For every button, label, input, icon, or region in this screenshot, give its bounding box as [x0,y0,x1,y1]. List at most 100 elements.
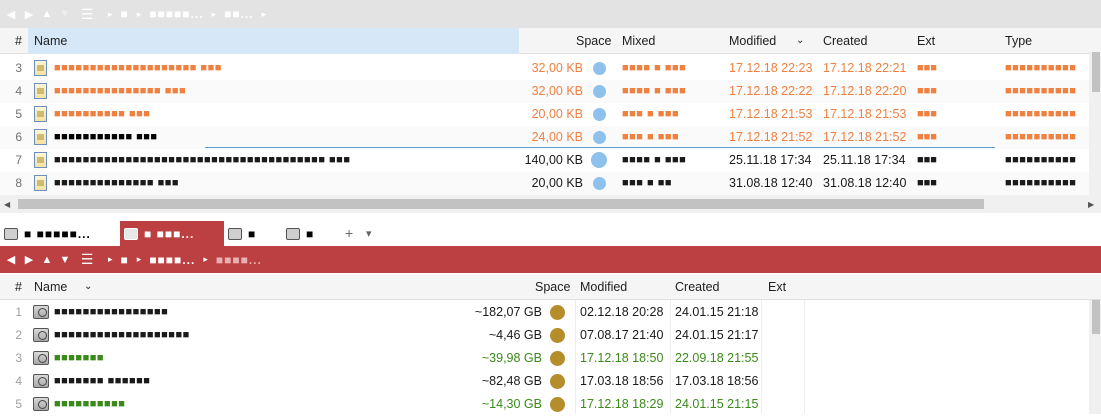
add-tab-icon[interactable]: + [345,225,353,241]
created-date: 17.12.18 21:52 [823,130,907,144]
col-ext-header[interactable]: Ext [917,28,935,54]
vertical-scrollbar[interactable] [1089,300,1101,414]
row-number: 4 [15,84,22,98]
breadcrumb-item[interactable]: ■■■■... [216,253,262,267]
modified-date: 17.12.18 18:29 [580,397,664,411]
table-row[interactable]: 4 ■■■■■■■■■■■■■■■ ■■■ 32,00 KB ■■■■ ■ ■■■ 17… [0,80,1101,103]
created-date: 17.12.18 21:53 [823,107,907,121]
back-arrow-icon[interactable]: ◀ [2,250,20,270]
col-ext-header[interactable]: Ext [768,274,786,300]
modified-date: 17.03.18 18:56 [580,374,664,388]
down-arrow-icon[interactable]: ▼ [56,250,74,270]
row-number: 3 [15,351,22,365]
top-column-header: # Name Space Mixed Modified ⌄ Created Ex… [0,28,1101,54]
row-number: 6 [15,130,22,144]
table-row[interactable]: 5 ■■■■■■■■■■ ■■■ 20,00 KB ■■■ ■ ■■■ 17.12.18… [0,103,1101,126]
col-name-header[interactable]: Name [34,274,67,300]
created-date: 17.12.18 22:20 [823,84,907,98]
file-size: 24,00 KB [531,130,583,144]
back-arrow-icon[interactable]: ◀ [2,4,20,24]
menu-icon[interactable]: ☰ [74,4,100,24]
modified-date: 25.11.18 17:34 [729,153,812,167]
file-size: 140,00 KB [524,153,583,167]
table-row[interactable]: 4 ■■■■■■■ ■■■■■■ ~82,48 GB 17.03.18 18:56 17… [0,370,1101,393]
table-row[interactable]: 8 ■■■■■■■■■■■■■■ ■■■ 20,00 KB ■■■ ■ ■■ 31.08… [0,172,1101,195]
created-date: 24.01.15 21:17 [675,328,759,342]
drive-icon [33,305,49,319]
col-mixed-header[interactable]: Mixed [622,28,655,54]
horizontal-scrollbar[interactable]: ◀ ▶ [0,195,1101,213]
breadcrumb-item[interactable]: ■■■■■... [149,7,203,21]
table-row[interactable]: 3 ■■■■■■■ ~39,98 GB 17.12.18 18:50 22.09.18 … [0,347,1101,370]
file-name: ■■■■■■■■■■■■■■■■■■■■■■■■■■■■■■■■■■■■■■ ■… [54,154,351,166]
menu-icon[interactable]: ☰ [74,250,100,270]
sort-desc-icon[interactable]: ⌄ [796,28,804,54]
space-indicator-icon [593,85,606,98]
space-indicator-icon [591,152,607,168]
breadcrumb-item[interactable]: ■■■■... [149,253,195,267]
forward-arrow-icon[interactable]: ▶ [20,4,38,24]
chevron-right-icon: ▸ [211,8,217,19]
drive-space: ~14,30 GB [481,397,542,411]
up-arrow-icon[interactable]: ▲ [38,4,56,24]
drive-icon [33,351,49,365]
col-created-header[interactable]: Created [675,274,719,300]
mixed-value: ■■■■ ■ ■■■ [622,154,687,166]
scroll-right-icon[interactable]: ▶ [1088,200,1094,209]
row-number: 4 [15,374,22,388]
tab-2[interactable]: ■ ■■■... [120,221,224,246]
vertical-scrollbar[interactable] [1089,52,1101,195]
row-number: 1 [15,305,22,319]
scroll-left-icon[interactable]: ◀ [4,200,10,209]
tab-label: ■ [248,226,257,241]
file-type: ■■■■■■■■■■ [1005,177,1077,189]
tab-label: ■ [306,226,315,241]
file-ext: ■■■ [917,108,937,120]
modified-date: 31.08.18 12:40 [729,176,813,190]
chevron-right-icon: ▸ [136,254,142,264]
breadcrumb-item[interactable]: ■■... [224,7,254,21]
tab-menu-chevron-down-icon[interactable]: ▾ [366,227,372,240]
col-created-header[interactable]: Created [823,28,867,54]
table-row[interactable]: 1 ■■■■■■■■■■■■■■■■ ~182,07 GB 02.12.18 20:2… [0,301,1101,324]
drive-icon [33,328,49,342]
created-date: 24.01.15 21:18 [675,305,759,319]
drive-name: ■■■■■■■■■■■■■■■■■■■ [54,329,190,341]
table-row[interactable]: 7 ■■■■■■■■■■■■■■■■■■■■■■■■■■■■■■■■■■■■■■ … [0,149,1101,172]
tab-3[interactable]: ■ [224,221,280,246]
drive-space: ~39,98 GB [481,351,542,365]
breadcrumb-item[interactable]: ■ [121,253,129,267]
table-row[interactable]: 5 ■■■■■■■■■■ ~14,30 GB 17.12.18 18:29 24.01.… [0,393,1101,416]
space-indicator-icon [550,351,565,366]
file-type: ■■■■■■■■■■ [1005,108,1077,120]
up-arrow-icon[interactable]: ▲ [38,250,56,270]
scrollbar-thumb[interactable] [1092,52,1100,92]
file-size: 20,00 KB [531,107,583,121]
col-space-header[interactable]: Space [576,28,611,54]
modified-date: 17.12.18 22:22 [729,84,813,98]
table-row[interactable]: 6 ■■■■■■■■■■■ ■■■ 24,00 KB ■■■ ■ ■■■ 17.12.1… [0,126,1101,149]
forward-arrow-icon[interactable]: ▶ [20,250,38,270]
network-drive-icon [286,227,300,240]
space-indicator-icon [593,177,606,190]
col-modified-header[interactable]: Modified [729,28,776,54]
down-arrow-icon[interactable]: ▼ [56,4,74,24]
drive-name: ■■■■■■■ [54,352,105,364]
tab-1[interactable]: ■ ■■■■■... [0,221,118,246]
col-type-header[interactable]: Type [1005,28,1032,54]
created-date: 22.09.18 21:55 [675,351,759,365]
col-space-header[interactable]: Space [535,274,570,300]
chevron-right-icon: ▸ [136,8,142,19]
col-name-header[interactable]: Name [28,28,519,54]
file-icon [34,129,47,145]
scrollbar-thumb[interactable] [1092,300,1100,334]
breadcrumb-item[interactable]: ■ [121,7,129,21]
scrollbar-thumb[interactable] [18,199,984,209]
col-modified-header[interactable]: Modified [580,274,627,300]
tab-4[interactable]: ■ [282,221,338,246]
created-date: 17.03.18 18:56 [675,374,759,388]
table-row[interactable]: 2 ■■■■■■■■■■■■■■■■■■■ ~4,46 GB 07.08.17 21:… [0,324,1101,347]
file-type: ■■■■■■■■■■ [1005,154,1077,166]
table-row[interactable]: 3 ■■■■■■■■■■■■■■■■■■■■ ■■■ 32,00 KB ■■■■ ■ … [0,57,1101,80]
sort-desc-icon[interactable]: ⌄ [84,274,92,300]
